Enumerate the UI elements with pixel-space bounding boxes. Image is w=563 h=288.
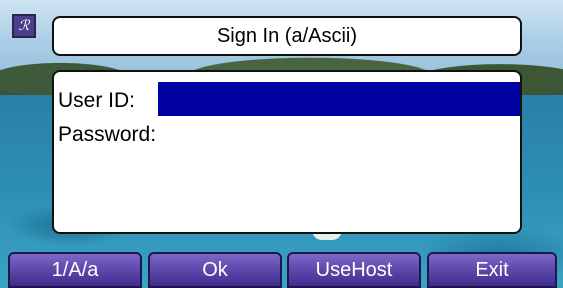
exit-softkey[interactable]: Exit xyxy=(427,252,557,288)
password-input[interactable] xyxy=(184,120,518,152)
use-host-softkey[interactable]: UseHost xyxy=(287,252,421,288)
sign-in-panel: User ID: Password: xyxy=(52,70,522,234)
ok-softkey[interactable]: Ok xyxy=(148,252,282,288)
input-mode-softkey[interactable]: 1/A/a xyxy=(8,252,142,288)
password-row: Password: xyxy=(58,120,156,150)
app-logo-icon: ℛ xyxy=(12,14,36,38)
user-id-row: User ID: xyxy=(58,86,135,116)
user-id-input[interactable] xyxy=(158,82,520,116)
dialog-title: Sign In (a/Ascii) xyxy=(52,16,522,56)
softkey-bar: 1/A/a Ok UseHost Exit xyxy=(0,252,563,288)
password-label: Password: xyxy=(58,123,157,146)
user-id-label: User ID: xyxy=(58,89,136,112)
